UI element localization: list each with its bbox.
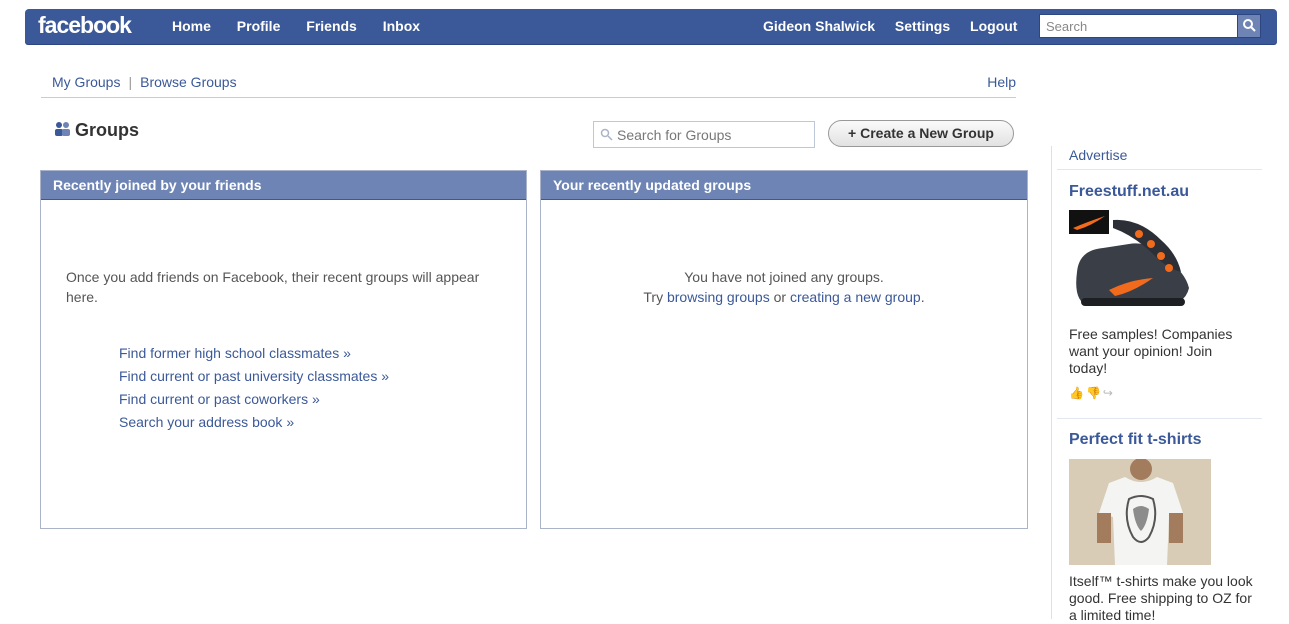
- groups-icon: [53, 121, 75, 142]
- find-coworkers-link[interactable]: Find current or past coworkers »: [119, 388, 389, 411]
- find-high-school-link[interactable]: Find former high school classmates »: [119, 342, 389, 365]
- create-new-group-link[interactable]: creating a new group: [790, 289, 921, 305]
- browse-groups-link[interactable]: Browse Groups: [140, 74, 236, 90]
- nav-settings[interactable]: Settings: [895, 18, 950, 34]
- search-icon: [600, 128, 613, 141]
- help-link[interactable]: Help: [987, 74, 1016, 90]
- thumbs-down-icon[interactable]: 👎: [1086, 386, 1103, 400]
- group-search-input[interactable]: Search for Groups: [593, 121, 815, 148]
- ad-title[interactable]: Freestuff.net.au: [1069, 183, 1254, 201]
- top-navigation-bar: facebook Home Profile Friends Inbox Gide…: [25, 9, 1277, 44]
- group-search-placeholder: Search for Groups: [617, 127, 732, 143]
- ad-title[interactable]: Perfect fit t-shirts: [1069, 431, 1254, 449]
- account-nav: Gideon Shalwick Settings Logout: [763, 18, 1033, 34]
- find-university-link[interactable]: Find current or past university classmat…: [119, 365, 389, 388]
- sidebar-divider: [1051, 146, 1052, 619]
- period-text: .: [920, 289, 925, 305]
- nav-profile[interactable]: Profile: [237, 18, 281, 34]
- ad-freestuff[interactable]: Freestuff.net.au Free samples! Companies…: [1069, 183, 1254, 400]
- not-joined-text: You have not joined any groups.: [684, 269, 884, 285]
- nav-user-name[interactable]: Gideon Shalwick: [763, 18, 875, 34]
- search-icon: [1243, 19, 1256, 32]
- facebook-logo[interactable]: facebook: [38, 12, 132, 39]
- my-groups-link[interactable]: My Groups: [52, 74, 120, 90]
- page-title-text: Groups: [75, 120, 140, 140]
- recent-friends-groups-panel: Recently joined by your friends Once you…: [40, 170, 527, 529]
- search-address-book-link[interactable]: Search your address book »: [119, 411, 389, 434]
- panel-heading: Your recently updated groups: [541, 171, 1027, 200]
- page-title: Groups: [53, 120, 139, 142]
- ad-tshirts[interactable]: Perfect fit t-shirts Itself™ t-shirts ma…: [1069, 431, 1254, 623]
- try-text: Try: [643, 289, 664, 305]
- advertise-link[interactable]: Advertise: [1057, 144, 1262, 170]
- share-arrow-icon[interactable]: ↪: [1103, 386, 1115, 400]
- primary-nav: Home Profile Friends Inbox: [172, 18, 442, 34]
- find-friends-links: Find former high school classmates » Fin…: [119, 342, 389, 434]
- top-search-input[interactable]: Search: [1039, 14, 1259, 38]
- thumbs-up-icon[interactable]: 👍: [1069, 386, 1086, 400]
- recently-updated-groups-panel: Your recently updated groups You have no…: [540, 170, 1028, 529]
- nav-home[interactable]: Home: [172, 18, 211, 34]
- browsing-groups-link[interactable]: browsing groups: [667, 289, 770, 305]
- top-search-button[interactable]: [1237, 14, 1261, 38]
- ad-description: Itself™ t-shirts make you look good. Fre…: [1069, 573, 1253, 623]
- ad-description: Free samples! Companies want your opinio…: [1069, 326, 1233, 376]
- tshirt-image[interactable]: [1069, 458, 1211, 565]
- sneaker-image[interactable]: [1069, 210, 1191, 310]
- panel-heading: Recently joined by your friends: [41, 171, 526, 200]
- groups-subnav: My Groups | Browse Groups Help: [41, 68, 1016, 98]
- ad-divider: [1057, 418, 1262, 419]
- nav-inbox[interactable]: Inbox: [383, 18, 420, 34]
- create-group-button[interactable]: + Create a New Group: [828, 120, 1014, 147]
- nav-friends[interactable]: Friends: [306, 18, 357, 34]
- empty-message: Once you add friends on Facebook, their …: [66, 269, 480, 305]
- nav-logout[interactable]: Logout: [970, 18, 1017, 34]
- ad-feedback-icons: 👍👎↪: [1069, 386, 1115, 400]
- empty-message: You have not joined any groups. Try brow…: [541, 267, 1027, 307]
- or-text: or: [773, 289, 787, 305]
- subnav-separator: |: [128, 74, 133, 90]
